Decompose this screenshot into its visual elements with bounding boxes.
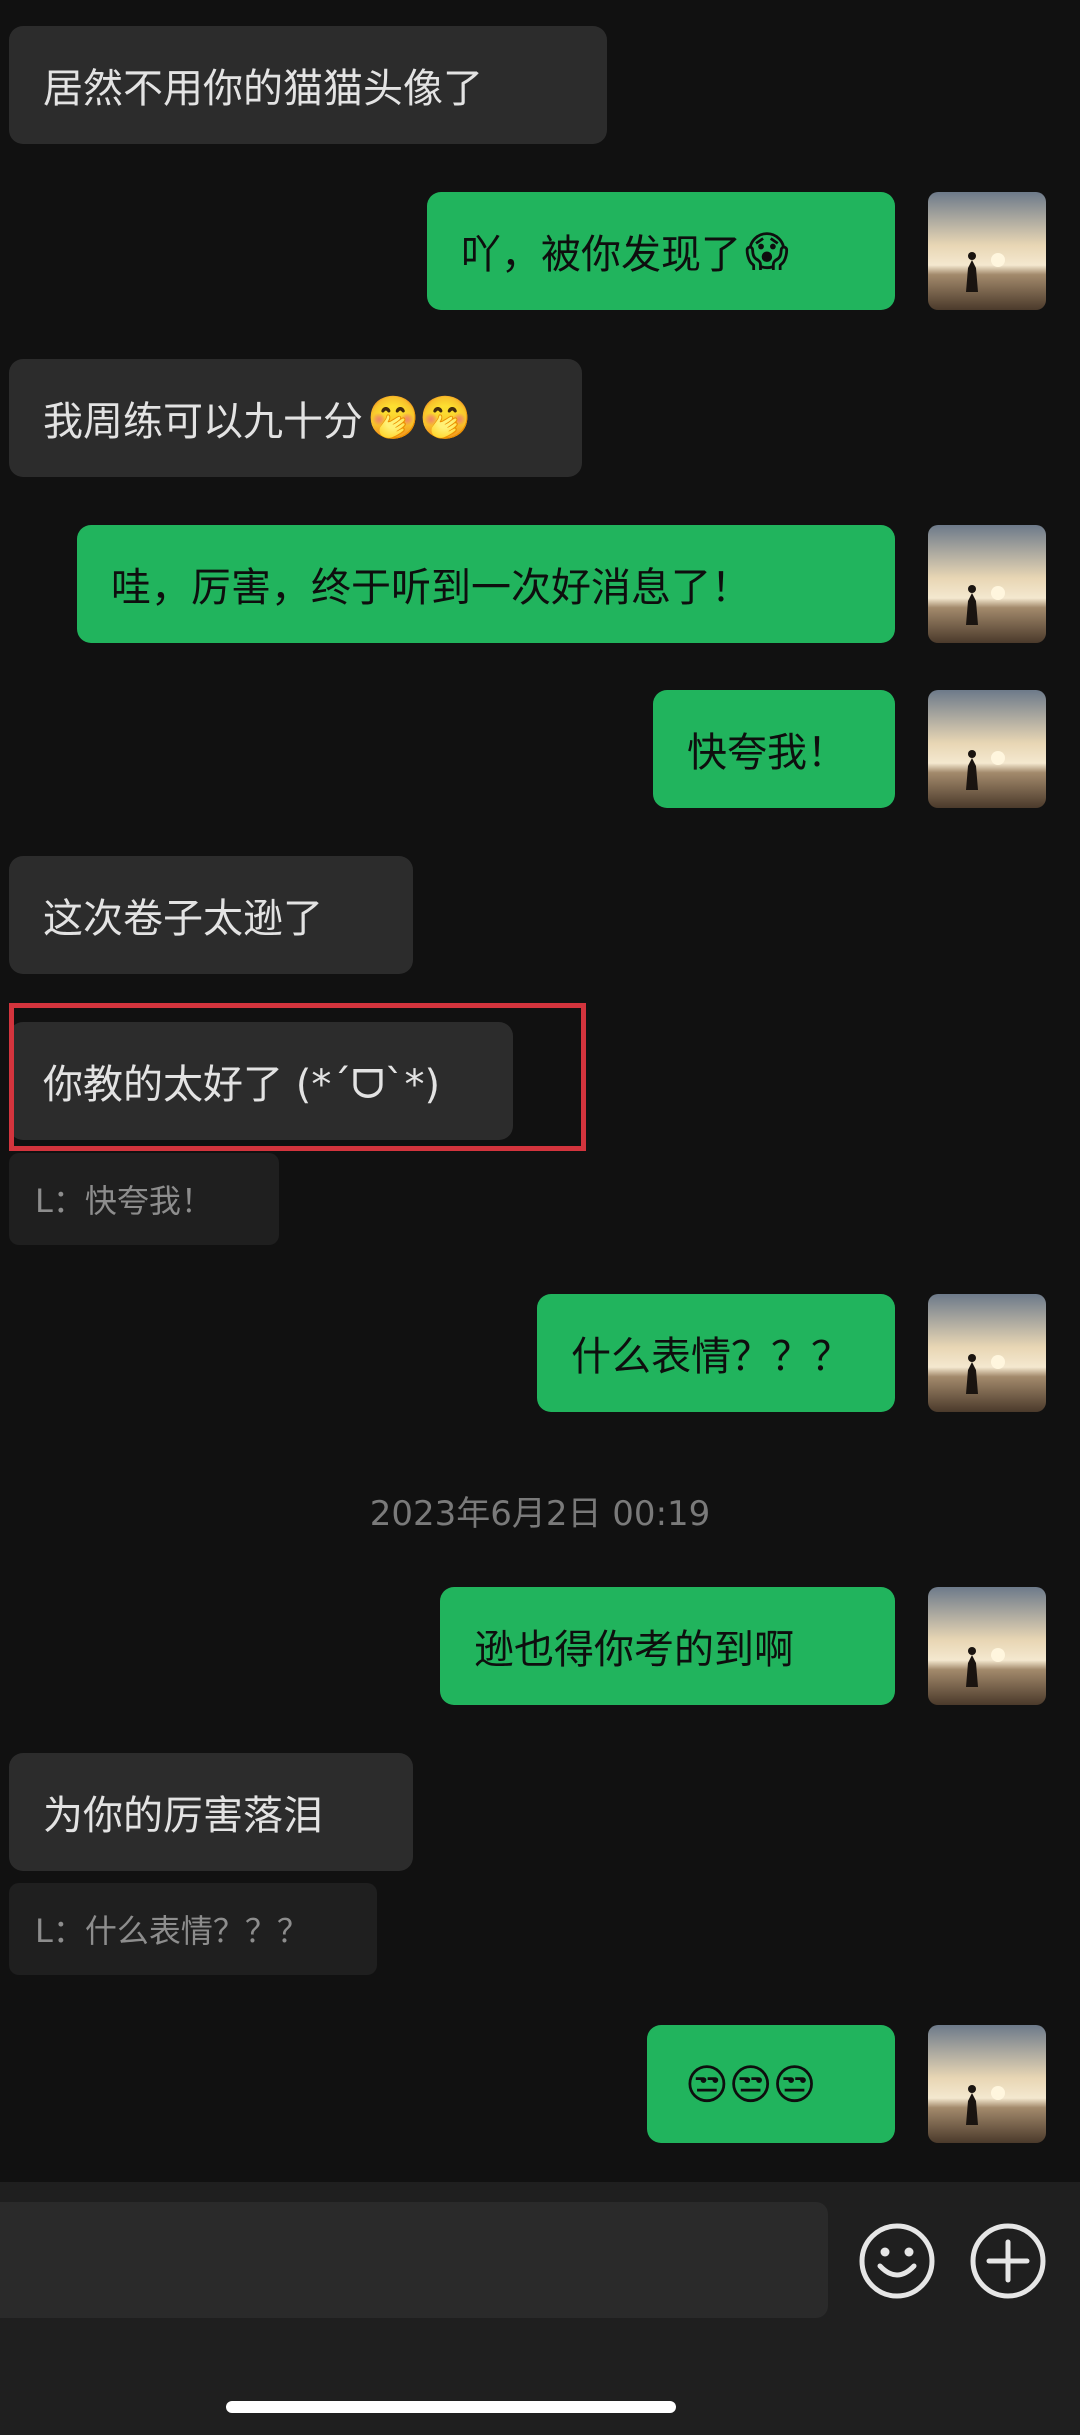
message-text: 快夸我！ <box>687 730 847 776</box>
message-text: 吖，被你发现了 <box>461 232 741 278</box>
shy-face-emoji-icon: 🤭🤭 <box>367 393 472 442</box>
avatar[interactable] <box>928 690 1046 808</box>
outgoing-message[interactable]: 吖，被你发现了 😱 <box>427 192 895 310</box>
avatar[interactable] <box>928 2025 1046 2143</box>
quoted-reply[interactable]: L：快夸我！ <box>9 1153 279 1245</box>
avatar[interactable] <box>928 1294 1046 1412</box>
outgoing-message[interactable]: 什么表情？？？ <box>537 1294 895 1412</box>
unamused-face-emoji-icon: 😒😒😒 <box>685 2059 817 2109</box>
quote-text: L：什么表情？？？ <box>35 1912 309 1950</box>
outgoing-message[interactable]: 逊也得你考的到啊 <box>440 1587 895 1705</box>
quoted-reply[interactable]: L：什么表情？？？ <box>9 1883 377 1975</box>
plus-icon[interactable] <box>969 2222 1047 2300</box>
message-input[interactable] <box>0 2202 828 2318</box>
outgoing-message[interactable]: 快夸我！ <box>653 690 895 808</box>
message-text: 哇，厉害，终于听到一次好消息了！ <box>111 565 751 611</box>
message-text: 居然不用你的猫猫头像了 <box>43 66 483 112</box>
home-indicator[interactable] <box>226 2401 676 2413</box>
smile-icon[interactable] <box>858 2222 936 2300</box>
message-text: 什么表情？？？ <box>571 1334 851 1380</box>
incoming-message[interactable]: 为你的厉害落泪 <box>9 1753 413 1871</box>
outgoing-message[interactable]: 哇，厉害，终于听到一次好消息了！ <box>77 525 895 643</box>
timestamp: 2023年6月2日 00:19 <box>369 1494 711 1534</box>
outgoing-message[interactable]: 😒😒😒 <box>647 2025 895 2143</box>
incoming-message[interactable]: 这次卷子太逊了 <box>9 856 413 974</box>
avatar[interactable] <box>928 1587 1046 1705</box>
message-text: 为你的厉害落泪 <box>43 1793 323 1839</box>
scream-emoji-icon: 😱 <box>745 226 789 276</box>
message-text: 逊也得你考的到啊 <box>474 1627 794 1673</box>
incoming-message[interactable]: 我周练可以九十分 🤭🤭 <box>9 359 582 477</box>
quote-text: L：快夸我！ <box>35 1182 213 1220</box>
message-text: 我周练可以九十分 <box>43 399 363 445</box>
highlight-box <box>9 1003 586 1151</box>
incoming-message[interactable]: 居然不用你的猫猫头像了 <box>9 26 607 144</box>
avatar[interactable] <box>928 525 1046 643</box>
message-text: 这次卷子太逊了 <box>43 896 323 942</box>
avatar[interactable] <box>928 192 1046 310</box>
